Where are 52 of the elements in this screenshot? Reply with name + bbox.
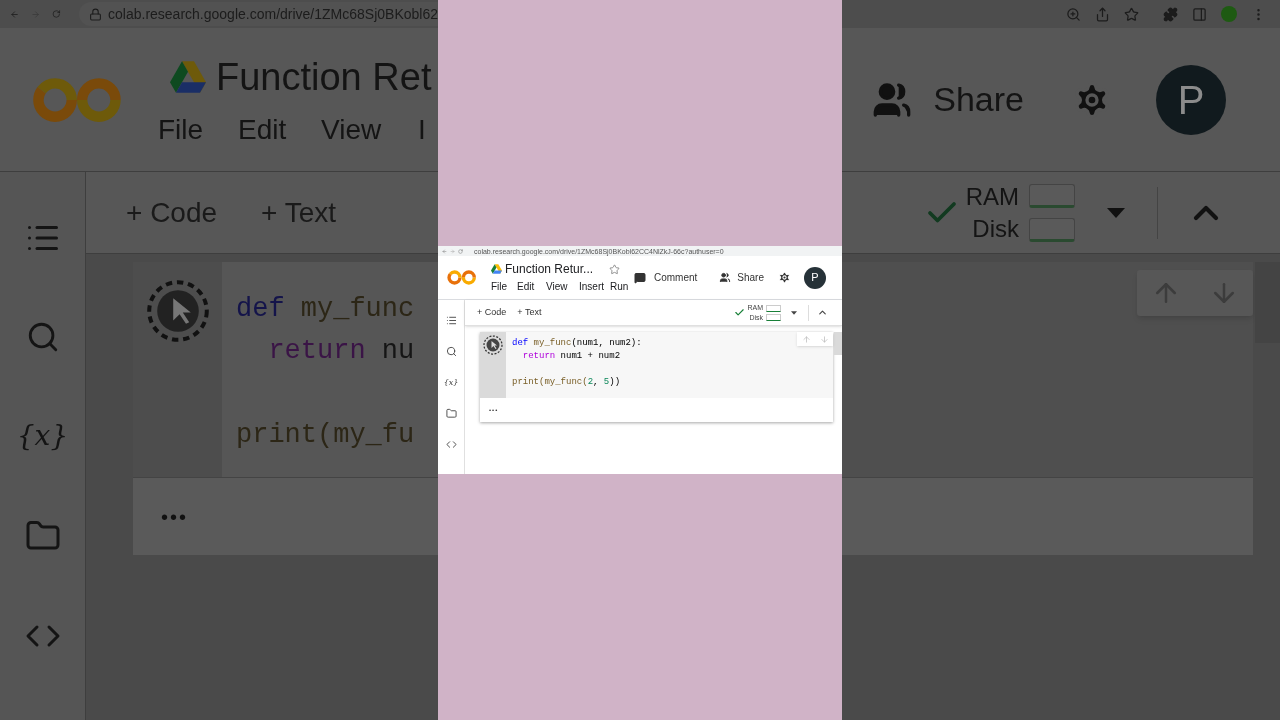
- code-line: return nu: [267, 335, 415, 368]
- code-line: return num1 + num2: [521, 350, 622, 363]
- settings-icon[interactable]: [778, 271, 791, 284]
- drive-icon: [491, 264, 502, 274]
- ram-meter: [1029, 183, 1075, 208]
- table-of-contents-icon[interactable]: [445, 315, 457, 326]
- forward-icon[interactable]: [450, 248, 455, 254]
- drive-icon: [170, 60, 206, 93]
- run-button-icon[interactable]: [145, 279, 210, 343]
- code-line: def my_func: [236, 293, 415, 326]
- zoom-icon[interactable]: [1066, 6, 1081, 22]
- lock-icon: [89, 7, 103, 21]
- move-up-icon[interactable]: [801, 334, 811, 344]
- notebook-title[interactable]: Function Retur...: [505, 261, 594, 277]
- code-icon[interactable]: [445, 439, 457, 450]
- ram-meter: [766, 304, 781, 312]
- comment-icon[interactable]: [633, 271, 646, 284]
- search-icon[interactable]: [445, 346, 457, 357]
- account-avatar[interactable]: P: [1156, 64, 1226, 135]
- scrollbar[interactable]: [834, 332, 842, 355]
- code-line: print(my_func(2, 5)): [512, 376, 622, 389]
- reload-icon[interactable]: [458, 248, 463, 254]
- add-cell-button[interactable]: + Code: [477, 305, 507, 320]
- code-line: print(my_fu: [236, 419, 415, 452]
- move-down-icon[interactable]: [819, 334, 829, 344]
- ram-label: RAM: [965, 181, 1019, 212]
- menu-item[interactable]: File: [491, 279, 517, 294]
- disk-meter: [1029, 217, 1075, 242]
- disk-meter: [766, 313, 781, 321]
- extensions-icon[interactable]: [1163, 6, 1178, 22]
- back-icon[interactable]: [442, 248, 447, 254]
- folder-icon[interactable]: [445, 408, 457, 419]
- people-icon[interactable]: [719, 272, 732, 283]
- menu-item[interactable]: View: [546, 279, 579, 294]
- menu-item[interactable]: Run: [610, 279, 630, 294]
- dropdown-icon[interactable]: [791, 310, 797, 315]
- bookmark-star-icon[interactable]: [1124, 6, 1139, 22]
- run-button-icon[interactable]: [483, 335, 503, 355]
- menu-item[interactable]: Insert: [579, 279, 610, 294]
- menu-item[interactable]: Edit: [517, 279, 546, 294]
- variables-label[interactable]: {x}: [443, 377, 459, 388]
- account-avatar[interactable]: P: [804, 266, 826, 289]
- disk-label: Disk: [972, 213, 1019, 244]
- logo-icon: [447, 269, 477, 286]
- share-page-icon[interactable]: [1095, 6, 1110, 22]
- share-button[interactable]: Share: [737, 270, 764, 285]
- code-line: def my_func(num1, num2):: [512, 337, 642, 350]
- add-cell-button[interactable]: + Text: [517, 305, 542, 320]
- connected-check-icon: [734, 307, 746, 318]
- side-panel-icon[interactable]: [1192, 6, 1207, 22]
- star-icon[interactable]: [609, 263, 621, 275]
- comment-button[interactable]: Comment: [653, 270, 698, 285]
